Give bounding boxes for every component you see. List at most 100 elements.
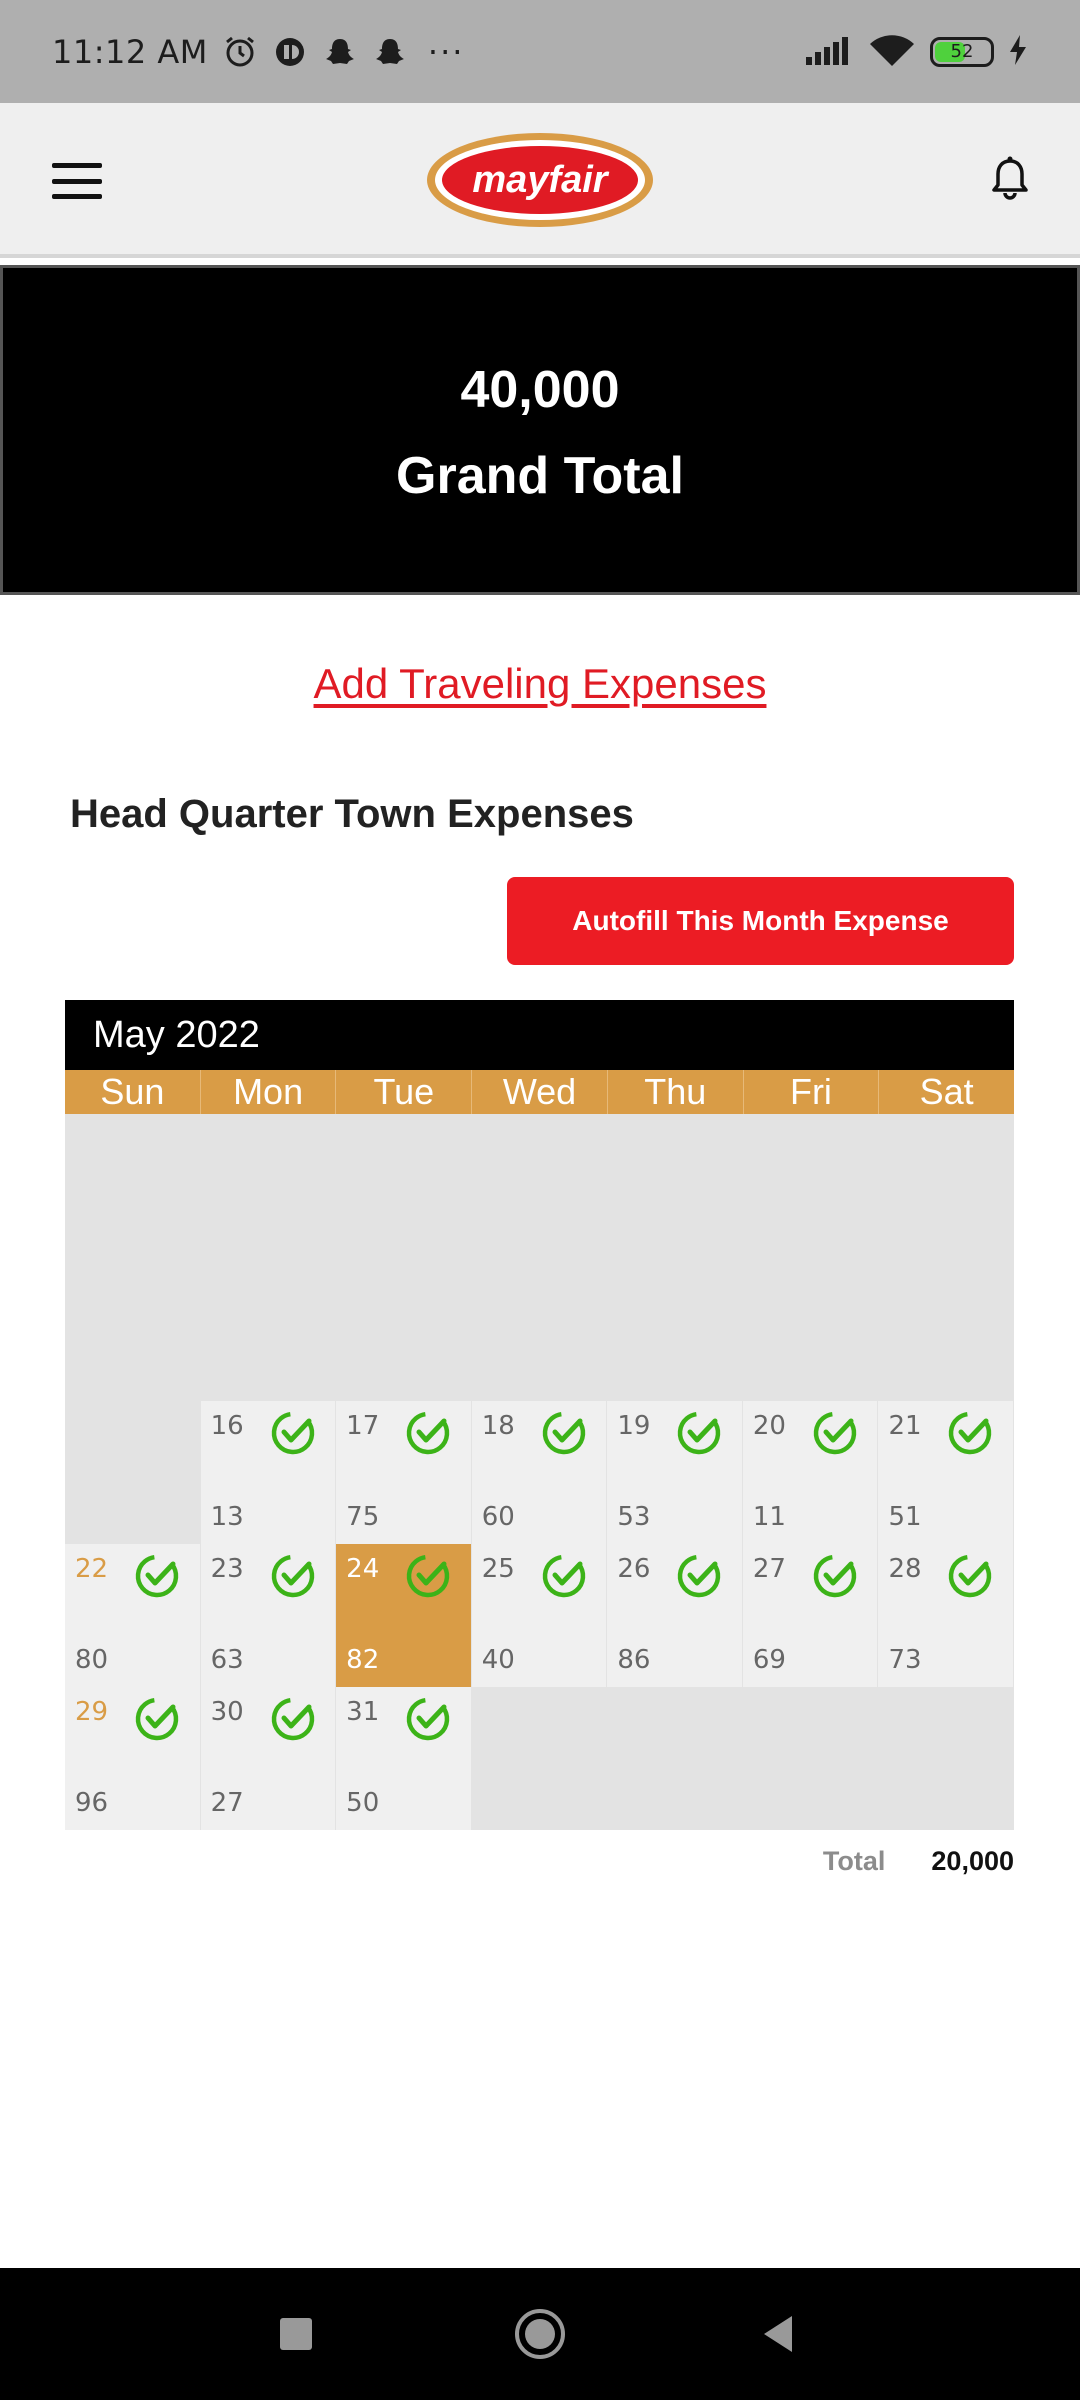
calendar-empty-cell [200,1114,337,1401]
day-number: 27 [752,1554,786,1584]
day-number: 25 [481,1554,515,1584]
calendar-day-cell[interactable]: 22 80 [65,1544,201,1687]
calendar-empty-cell [336,1114,472,1401]
day-amount: 11 [752,1502,786,1532]
day-number: 23 [210,1554,244,1584]
menu-icon[interactable] [52,163,102,199]
check-circle-icon [269,1409,317,1457]
app-header: mayfair [0,103,1080,258]
status-time: 11:12 AM [52,32,208,71]
snapchat-icon [372,34,408,70]
day-number: 17 [346,1411,380,1441]
calendar-day-cell[interactable]: 26 86 [607,1544,743,1687]
day-amount: 69 [752,1645,786,1675]
day-number: 21 [888,1411,922,1441]
day-number: 20 [752,1411,786,1441]
check-circle-icon [404,1695,452,1743]
day-amount: 51 [888,1502,922,1532]
check-circle-icon [404,1552,452,1600]
calendar-empty-cell [742,1114,879,1401]
calendar-week-row: 22 80 23 63 24 82 25 40 26 86 27 69 28 73 [65,1544,1015,1687]
day-number: 28 [888,1554,922,1584]
day-number: 18 [481,1411,515,1441]
weekday-wed: Wed [472,1070,608,1114]
calendar-day-cell[interactable]: 21 51 [878,1401,1015,1544]
status-system-icons: 52 [804,32,1028,72]
back-triangle-icon[interactable] [752,2306,808,2362]
day-amount: 60 [481,1502,515,1532]
calendar-empty-cell [471,1687,608,1830]
calendar-week-row: 16 13 17 75 18 60 19 53 20 11 21 51 [65,1401,1015,1544]
total-value: 20,000 [931,1845,1014,1876]
calendar-grid: 16 13 17 75 18 60 19 53 20 11 21 51 22 80 23 63 24 82 25 40… [65,1401,1015,1830]
calendar-day-cell[interactable]: 23 63 [200,1544,337,1687]
calendar-day-cell[interactable]: 27 69 [742,1544,879,1687]
add-traveling-expenses-link[interactable]: Add Traveling Expenses [0,660,1080,708]
calendar-blank-row [65,1114,1015,1401]
grand-total-banner: 40,000 Grand Total [0,265,1080,595]
check-circle-icon [675,1409,723,1457]
wifi-icon [868,32,916,72]
calendar-empty-cell [878,1114,1015,1401]
check-circle-icon [133,1552,181,1600]
calendar-day-cell[interactable]: 17 75 [336,1401,472,1544]
calendar-empty-cell [65,1401,201,1544]
check-circle-icon [811,1409,859,1457]
calendar-day-cell[interactable]: 18 60 [471,1401,608,1544]
status-bar: 11:12 AM ··· 52 [0,0,1080,103]
svg-text:mayfair: mayfair [472,159,609,201]
charging-icon [1008,33,1028,71]
day-number: 30 [210,1697,244,1727]
day-amount: 27 [210,1788,244,1818]
day-number: 19 [617,1411,651,1441]
calendar-day-cell[interactable]: 20 11 [742,1401,879,1544]
calendar-day-cell[interactable]: 16 13 [200,1401,337,1544]
calendar-day-cell[interactable]: 31 50 [336,1687,472,1830]
bell-icon[interactable] [990,155,1030,201]
system-nav-bar [0,2268,1080,2400]
recents-square-icon[interactable] [268,2306,324,2362]
day-amount: 80 [75,1645,109,1675]
weekday-mon: Mon [201,1070,337,1114]
check-circle-icon [269,1552,317,1600]
calendar-empty-cell [878,1687,1015,1830]
calendar-total-row: Total 20,000 [65,1836,1014,1886]
grand-total-label: Grand Total [396,447,684,505]
calendar-empty-cell [742,1687,879,1830]
day-number: 22 [75,1554,109,1584]
calendar-month-title: May 2022 [65,1000,1014,1070]
snapchat-icon [322,34,358,70]
battery-icon: 52 [930,36,994,67]
check-circle-icon [133,1695,181,1743]
calendar-day-cell[interactable]: 19 53 [607,1401,743,1544]
status-notification-icons: ··· [222,33,465,71]
check-circle-icon [540,1409,588,1457]
calendar-day-cell[interactable]: 29 96 [65,1687,201,1830]
calendar-empty-cell [607,1687,743,1830]
check-circle-icon [404,1409,452,1457]
day-amount: 40 [481,1645,515,1675]
signal-icon [804,33,854,71]
check-circle-icon [269,1695,317,1743]
check-circle-icon [675,1552,723,1600]
mayfair-logo: mayfair [427,133,653,227]
day-amount: 96 [75,1788,109,1818]
calendar-day-cell[interactable]: 25 40 [471,1544,608,1687]
calendar-day-cell[interactable]: 30 27 [200,1687,337,1830]
day-amount: 86 [617,1645,651,1675]
check-circle-icon [946,1409,994,1457]
expense-calendar: May 2022 Sun Mon Tue Wed Thu Fri Sat 16 1… [65,1000,1015,1830]
day-number: 16 [210,1411,244,1441]
home-circle-icon[interactable] [512,2306,568,2362]
day-amount: 13 [210,1502,244,1532]
alarm-icon [222,34,258,70]
day-number: 29 [75,1697,109,1727]
app-icon [272,34,308,70]
autofill-month-button[interactable]: Autofill This Month Expense [507,877,1014,965]
calendar-day-cell[interactable]: 28 73 [878,1544,1015,1687]
day-number: 24 [346,1554,380,1584]
calendar-day-cell[interactable]: 24 82 [336,1544,472,1687]
check-circle-icon [946,1552,994,1600]
calendar-empty-cell [607,1114,743,1401]
day-amount: 73 [888,1645,922,1675]
